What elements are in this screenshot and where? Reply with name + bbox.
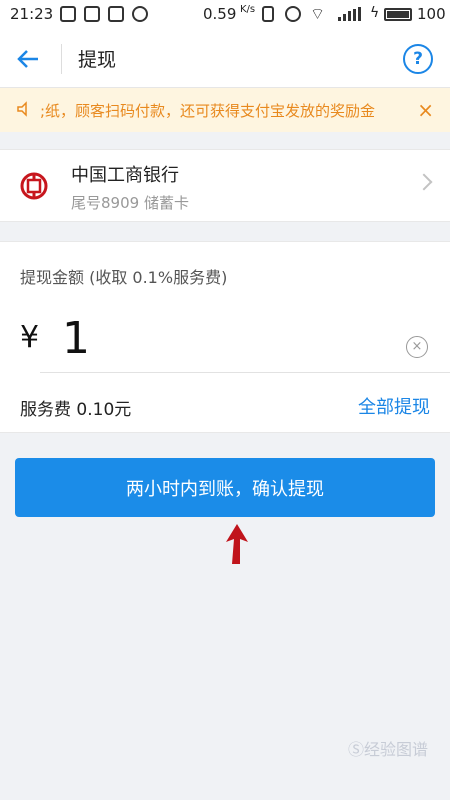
network-speed: 0.59 xyxy=(203,5,237,23)
nav-divider xyxy=(61,44,62,74)
alarm-icon xyxy=(285,6,301,22)
wifi-icon: ⌔ xyxy=(310,4,326,23)
signal-icon xyxy=(338,7,362,21)
charging-icon: ϟ xyxy=(370,5,380,21)
back-arrow-icon xyxy=(17,50,38,68)
bank-card-selector[interactable]: 中国工商银行 尾号8909 储蓄卡 xyxy=(0,149,450,222)
speaker-icon xyxy=(16,101,32,121)
annotation-arrow-icon xyxy=(226,524,248,564)
notice-bar: ;纸，顾客扫码付款，还可获得支付宝发放的奖励金 × xyxy=(0,88,450,132)
close-icon[interactable]: × xyxy=(417,98,434,122)
divider xyxy=(40,372,450,373)
help-icon[interactable]: ? xyxy=(403,44,433,74)
notice-text: ;纸，顾客扫码付款，还可获得支付宝发放的奖励金 xyxy=(40,102,376,120)
amount-input[interactable] xyxy=(62,312,362,364)
check-circle-icon xyxy=(132,6,148,22)
clear-icon[interactable]: × xyxy=(406,336,428,358)
chevron-right-icon xyxy=(415,173,433,191)
withdraw-amount-section: 提现金额 (收取 0.1%服务费) ¥ × 服务费 0.10元 全部提现 xyxy=(0,241,450,433)
network-speed-unit: K/s xyxy=(240,4,256,15)
withdraw-all-link[interactable]: 全部提现 xyxy=(358,393,430,419)
back-button[interactable] xyxy=(14,44,44,74)
amount-label: 提现金额 (收取 0.1%服务费) xyxy=(20,268,228,287)
bank-name: 中国工商银行 xyxy=(71,165,179,186)
currency-symbol: ¥ xyxy=(20,320,40,355)
confirm-withdraw-button[interactable]: 两小时内到账，确认提现 xyxy=(15,458,435,517)
status-time: 21:23 xyxy=(10,5,54,23)
image-icon xyxy=(84,6,100,22)
battery-level: 100 xyxy=(417,5,446,23)
notification-icon xyxy=(108,6,124,22)
status-bar: 21:23 0.59 K/s ⌔ ϟ 100 xyxy=(0,0,450,30)
battery-icon xyxy=(384,8,412,21)
page-title: 提现 xyxy=(78,49,117,71)
nav-bar: 提现 ? xyxy=(0,30,450,88)
shield-icon xyxy=(60,6,76,22)
bank-card-info: 尾号8909 储蓄卡 xyxy=(71,194,189,212)
service-fee: 服务费 0.10元 xyxy=(20,400,132,420)
icbc-logo-icon xyxy=(20,172,48,200)
watermark: Ⓢ经验图谱 xyxy=(347,740,428,759)
vibrate-icon xyxy=(262,6,274,22)
